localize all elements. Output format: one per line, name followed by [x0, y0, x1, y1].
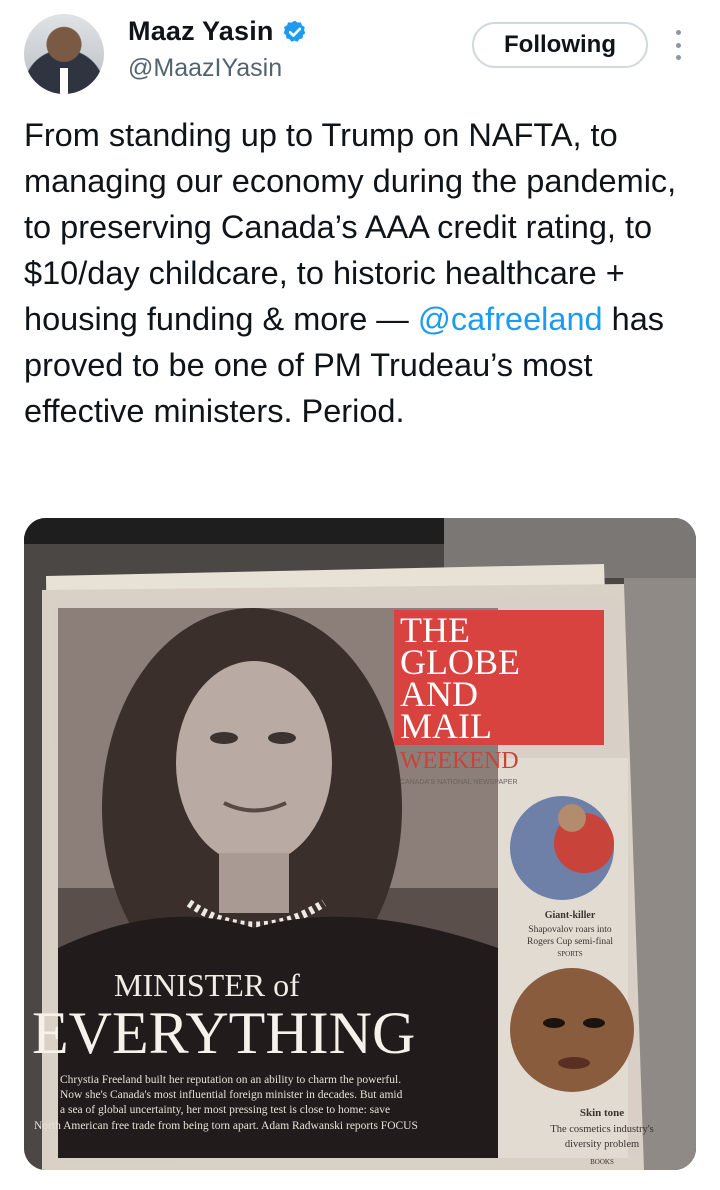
headline-big: EVERYTHING — [32, 1000, 415, 1066]
teaser-line: The cosmetics industry's — [550, 1124, 653, 1135]
author-name-row: Maaz Yasin — [128, 16, 308, 47]
verified-badge-icon — [283, 20, 305, 42]
mention-link[interactable]: @cafreeland — [418, 301, 603, 337]
teaser-line: diversity problem — [565, 1139, 639, 1150]
teaser-section: SPORTS — [557, 950, 582, 958]
tagline: CANADA'S NATIONAL NEWSPAPER — [400, 779, 518, 786]
teaser-title: Skin tone — [580, 1107, 624, 1119]
headline-small: MINISTER of — [114, 967, 300, 1003]
author-name[interactable]: Maaz Yasin — [128, 16, 274, 47]
deck-line: a sea of global uncertainty, her most pr… — [60, 1104, 390, 1116]
weekend-label: WEEKEND — [400, 748, 519, 774]
tweet-photo[interactable]: THE GLOBE AND MAIL WEEKEND CANADA'S NATI… — [24, 518, 696, 1170]
masthead-line: MAIL — [400, 706, 492, 746]
teaser-line: Shapovalov roars into — [528, 925, 612, 935]
avatar-shirt — [60, 68, 68, 94]
tweet-text: From standing up to Trump on NAFTA, to m… — [24, 112, 704, 434]
teaser-section: BOOKS — [590, 1158, 614, 1166]
deck-line: Now she's Canada's most influential fore… — [60, 1089, 403, 1101]
deck-line: North American free trade from being tor… — [34, 1120, 418, 1132]
deck-line: Chrystia Freeland built her reputation o… — [60, 1074, 401, 1086]
teaser-title: Giant-killer — [545, 910, 596, 921]
teaser-line: Rogers Cup semi-final — [527, 936, 613, 947]
author-handle[interactable]: @MaazIYasin — [128, 54, 282, 83]
following-button[interactable]: Following — [472, 22, 648, 68]
author-avatar[interactable] — [24, 14, 104, 94]
more-options-icon[interactable] — [672, 30, 684, 60]
